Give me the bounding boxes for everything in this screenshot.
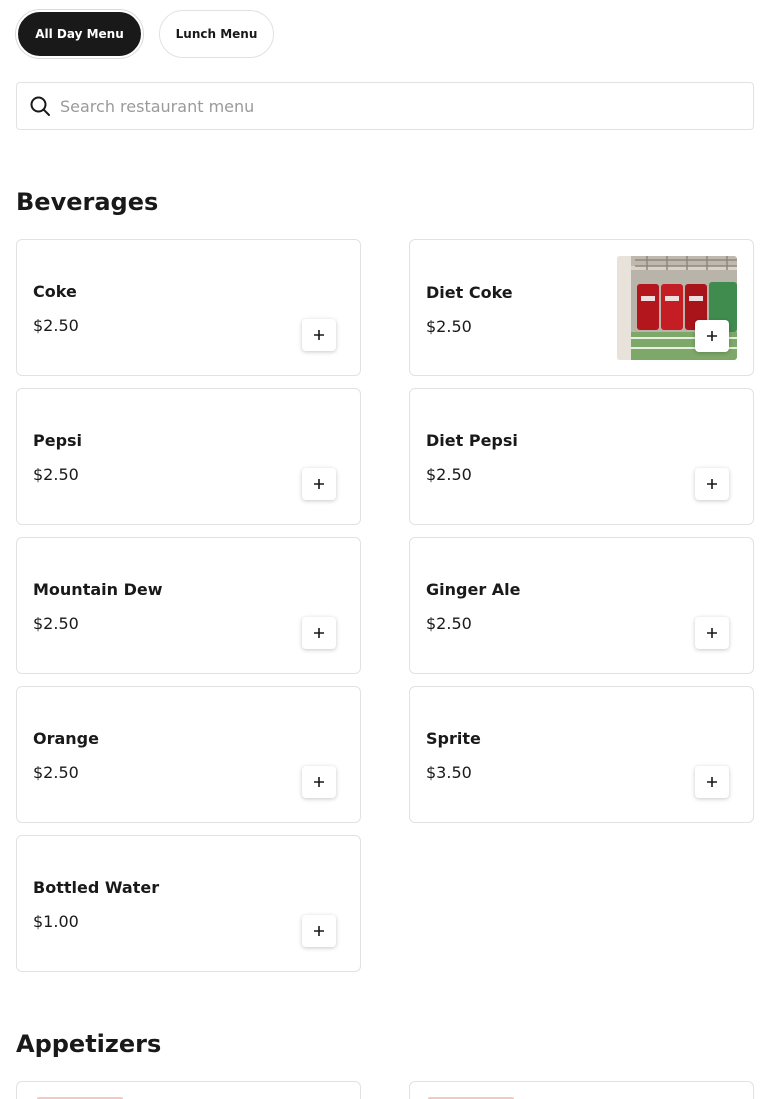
add-item-button[interactable] xyxy=(302,617,336,649)
item-name: Diet Coke xyxy=(426,283,513,302)
plus-icon xyxy=(707,777,717,787)
add-item-button[interactable] xyxy=(302,915,336,947)
item-name: Pepsi xyxy=(33,431,83,450)
menu-item-card[interactable] xyxy=(409,1081,754,1099)
item-name: Diet Pepsi xyxy=(426,431,518,450)
item-photo xyxy=(617,256,737,360)
menu-tabs: All Day Menu Lunch Menu xyxy=(16,10,274,58)
item-price: $2.50 xyxy=(426,614,472,633)
plus-icon xyxy=(707,628,717,638)
search-input[interactable] xyxy=(60,86,720,126)
tab-all-day-menu[interactable]: All Day Menu xyxy=(16,10,143,58)
menu-item-card[interactable]: Pepsi $2.50 xyxy=(16,388,361,525)
item-name: Coke xyxy=(33,282,77,301)
item-price: $3.50 xyxy=(426,763,472,782)
item-price: $2.50 xyxy=(33,465,79,484)
plus-icon xyxy=(314,628,324,638)
add-item-button[interactable] xyxy=(695,617,729,649)
item-name: Sprite xyxy=(426,729,481,748)
tab-lunch-menu[interactable]: Lunch Menu xyxy=(159,10,274,58)
section-title-appetizers: Appetizers xyxy=(16,1030,162,1058)
plus-icon xyxy=(314,926,324,936)
add-item-button[interactable] xyxy=(695,320,729,352)
menu-item-card[interactable]: Coke $2.50 xyxy=(16,239,361,376)
add-item-button[interactable] xyxy=(302,468,336,500)
item-price: $1.00 xyxy=(33,912,79,931)
item-price: $2.50 xyxy=(33,614,79,633)
item-name: Mountain Dew xyxy=(33,580,163,599)
menu-page: All Day Menu Lunch Menu Beverages Coke $… xyxy=(0,0,770,1099)
add-item-button[interactable] xyxy=(302,766,336,798)
add-item-button[interactable] xyxy=(695,766,729,798)
plus-icon xyxy=(707,331,717,341)
plus-icon xyxy=(314,479,324,489)
menu-item-card[interactable]: Orange $2.50 xyxy=(16,686,361,823)
menu-item-card[interactable]: Ginger Ale $2.50 xyxy=(409,537,754,674)
menu-item-card[interactable]: Diet Pepsi $2.50 xyxy=(409,388,754,525)
section-title-beverages: Beverages xyxy=(16,188,159,216)
item-price: $2.50 xyxy=(426,465,472,484)
item-price: $2.50 xyxy=(33,316,79,335)
item-name: Bottled Water xyxy=(33,878,160,897)
plus-icon xyxy=(707,479,717,489)
item-price: $2.50 xyxy=(426,317,472,336)
item-name: Ginger Ale xyxy=(426,580,521,599)
menu-item-card[interactable]: Diet Coke $2.50 xyxy=(409,239,754,376)
search-icon xyxy=(29,95,51,117)
item-name: Orange xyxy=(33,729,99,748)
menu-item-card[interactable]: Bottled Water $1.00 xyxy=(16,835,361,972)
menu-item-card[interactable]: Mountain Dew $2.50 xyxy=(16,537,361,674)
add-item-button[interactable] xyxy=(302,319,336,351)
plus-icon xyxy=(314,777,324,787)
add-item-button[interactable] xyxy=(695,468,729,500)
item-price: $2.50 xyxy=(33,763,79,782)
menu-item-card[interactable]: Sprite $3.50 xyxy=(409,686,754,823)
menu-item-card[interactable] xyxy=(16,1081,361,1099)
plus-icon xyxy=(314,330,324,340)
search-bar xyxy=(16,82,754,130)
